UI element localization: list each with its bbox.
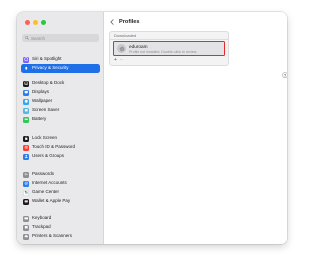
sidebar-item[interactable]: Wallet & Apple Pay	[21, 197, 100, 206]
sidebar-item[interactable]: Desktop & Dock	[21, 79, 100, 88]
sidebar-item-label: Passwords	[32, 171, 55, 177]
sidebar-item-label: Touch ID & Password	[32, 144, 76, 150]
sidebar-item[interactable]: Keyboard	[21, 214, 100, 223]
sidebar-item-label: Trackpad	[32, 224, 51, 230]
zoom-window-button[interactable]	[41, 20, 46, 25]
profile-gear-icon	[117, 44, 126, 53]
title-bar: Profiles	[109, 18, 140, 26]
search-field[interactable]	[22, 34, 99, 42]
chevron-left-icon	[110, 19, 114, 25]
key-icon	[23, 171, 29, 178]
search-input[interactable]	[31, 34, 91, 42]
sidebar-item-label: Siri & Spotlight	[32, 56, 62, 62]
window-controls	[25, 20, 46, 25]
sidebar-item-label: Wallpaper	[32, 98, 53, 104]
sidebar-group: Lock Screen Touch ID & Password Users & Gr…	[21, 134, 100, 161]
sidebar-item[interactable]: Trackpad	[21, 223, 100, 232]
list-controls: + –	[110, 56, 228, 65]
add-profile-button[interactable]: +	[114, 58, 117, 63]
main-content: Profiles Downloaded eduroam Profile not …	[104, 12, 287, 244]
section-header: Downloaded	[110, 32, 228, 40]
sidebar-item-label: Screen Saver	[32, 107, 60, 113]
profile-name: eduroam	[129, 43, 148, 49]
sidebar-item-label: Desktop & Dock	[32, 80, 65, 86]
sidebar-item[interactable]: Displays	[21, 88, 100, 97]
sidebar-item-label: Users & Groups	[32, 153, 65, 159]
display-icon	[23, 89, 29, 96]
fingerprint-icon	[23, 144, 29, 151]
sidebar-item-label: Privacy & Security	[32, 65, 69, 71]
sidebar-group: Keyboard Trackpad Printers & Scanners	[21, 214, 100, 241]
wallet-icon	[23, 198, 29, 205]
sidebar-item-label: Displays	[32, 89, 50, 95]
sidebar-item[interactable]: Game Center	[21, 188, 100, 197]
remove-profile-button[interactable]: –	[120, 58, 123, 63]
sidebar-item-label: Internet Accounts	[32, 180, 67, 186]
wallpaper-icon	[23, 98, 29, 105]
profiles-panel: Downloaded eduroam Profile not installed…	[109, 31, 229, 66]
sidebar-group: Desktop & Dock Displays Wallpaper Screen Sa…	[21, 79, 100, 124]
sidebar-item-label: Game Center	[32, 189, 60, 195]
trackpad-icon	[23, 224, 29, 231]
sidebar-item[interactable]: Privacy & Security	[21, 64, 100, 73]
dock-icon	[23, 80, 29, 87]
game-center-icon	[23, 189, 29, 196]
close-window-button[interactable]	[25, 20, 30, 25]
hand-icon	[23, 65, 29, 72]
sidebar-item[interactable]: Siri & Spotlight	[21, 55, 100, 64]
profile-text: eduroam Profile not installed. Double-cl…	[129, 44, 197, 54]
lock-icon	[23, 135, 29, 142]
page-title: Profiles	[119, 19, 140, 25]
sidebar-item-label: Lock Screen	[32, 135, 58, 141]
sidebar-item[interactable]: Lock Screen	[21, 134, 100, 143]
sidebar-item[interactable]: Internet Accounts	[21, 179, 100, 188]
sidebar-item[interactable]: Wallpaper	[21, 97, 100, 106]
sidebar: Siri & Spotlight Privacy & Security Deskt…	[17, 12, 104, 244]
sidebar-group: Passwords Internet Accounts Game Center Wal…	[21, 170, 100, 206]
profile-row[interactable]: eduroam Profile not installed. Double-cl…	[113, 41, 225, 56]
sidebar-item-label: Printers & Scanners	[32, 233, 73, 239]
sidebar-item-label: Battery	[32, 116, 47, 122]
settings-window: Siri & Spotlight Privacy & Security Deskt…	[17, 12, 287, 244]
search-icon	[25, 36, 29, 40]
sidebar-group: Siri & Spotlight Privacy & Security	[21, 55, 100, 73]
sidebar-item[interactable]: Screen Saver	[21, 106, 100, 115]
sidebar-item[interactable]: Touch ID & Password	[21, 143, 100, 152]
sidebar-item[interactable]: Passwords	[21, 170, 100, 179]
profile-status: Profile not installed. Double-click to r…	[129, 49, 198, 54]
minimize-window-button[interactable]	[33, 20, 38, 25]
help-button[interactable]: ?	[282, 72, 287, 78]
keyboard-icon	[23, 215, 29, 222]
users-icon	[23, 153, 29, 160]
sidebar-item[interactable]: Users & Groups	[21, 152, 100, 161]
battery-icon	[23, 116, 29, 123]
screensaver-icon	[23, 107, 29, 114]
sidebar-item[interactable]: Battery	[21, 115, 100, 124]
back-button[interactable]	[109, 18, 115, 26]
sidebar-item[interactable]: Printers & Scanners	[21, 232, 100, 241]
at-icon	[23, 180, 29, 187]
sidebar-item-label: Wallet & Apple Pay	[32, 198, 71, 204]
printer-icon	[23, 233, 29, 240]
sidebar-item-label: Keyboard	[32, 215, 52, 221]
siri-icon	[23, 56, 29, 63]
